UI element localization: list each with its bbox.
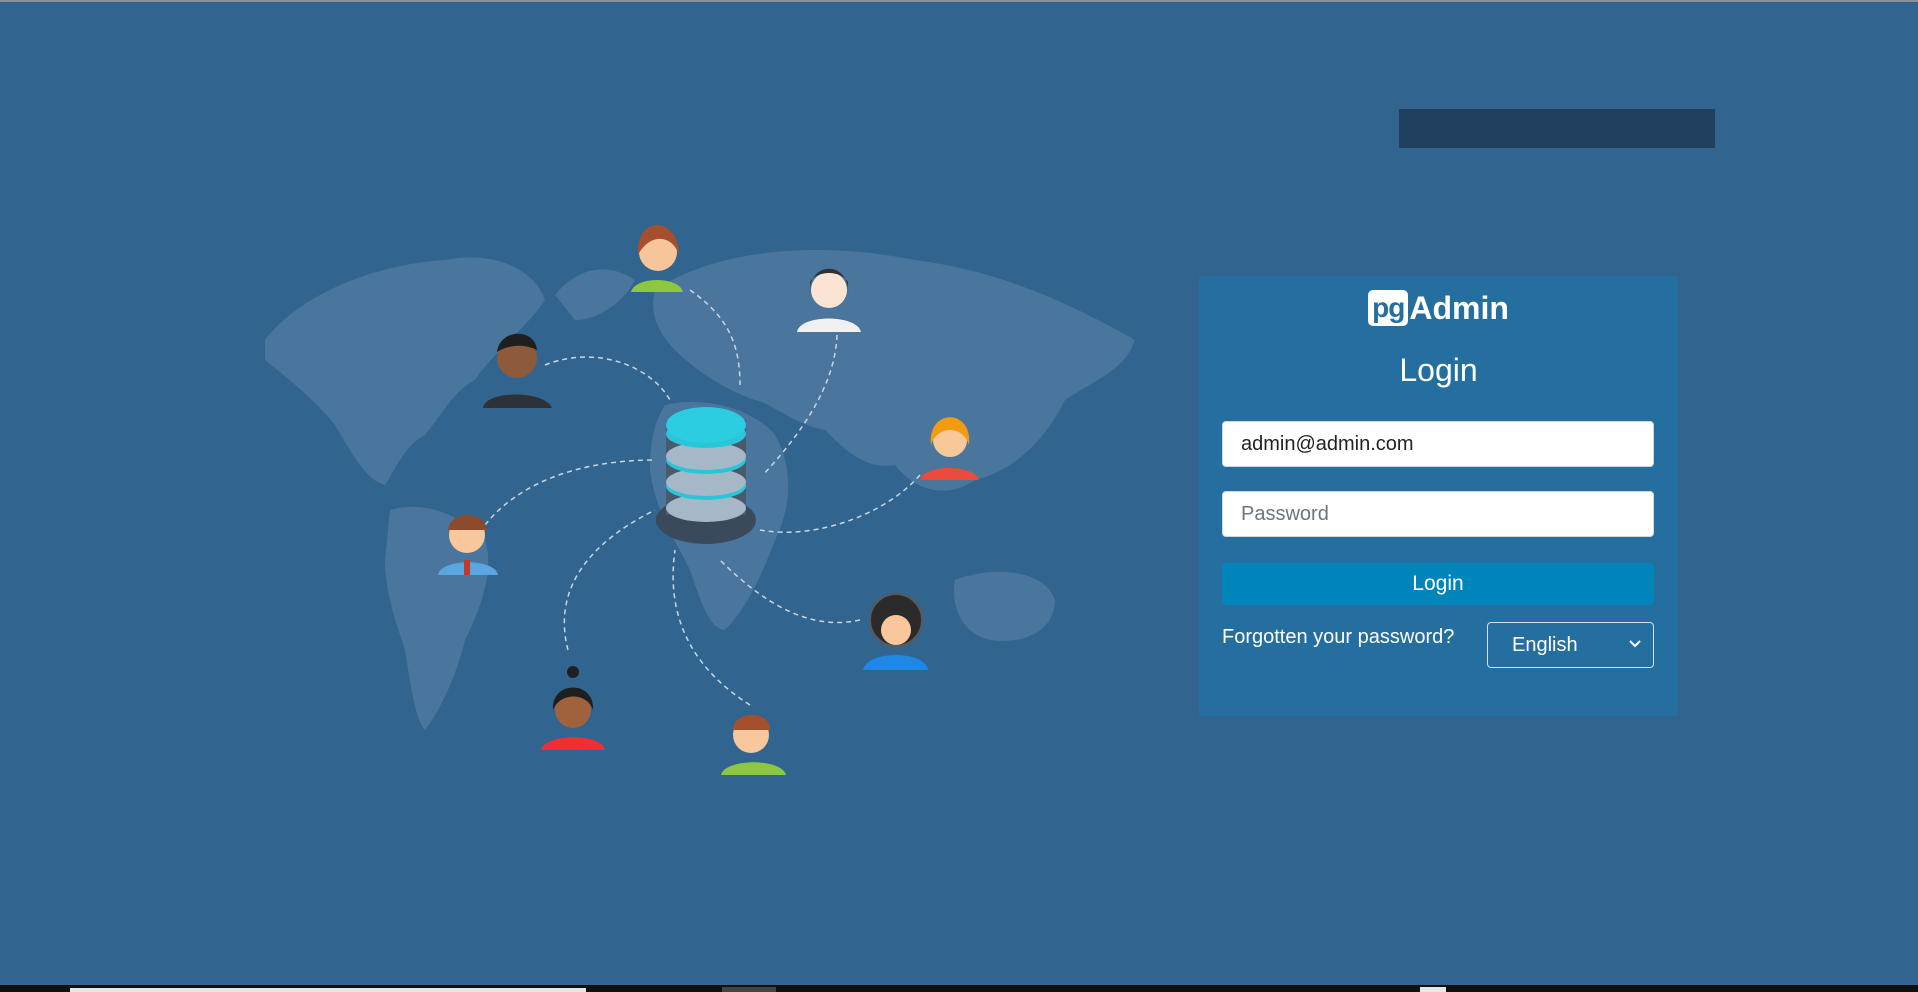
login-button[interactable]: Login: [1222, 563, 1654, 605]
email-field[interactable]: [1222, 421, 1654, 467]
login-panel: pg Admin Login Login Forgotten your pass…: [1199, 276, 1678, 716]
alert-bar: [1399, 109, 1715, 148]
language-select[interactable]: English: [1487, 622, 1654, 668]
taskbar-segment: [1420, 987, 1446, 992]
password-field[interactable]: [1222, 491, 1654, 537]
login-title: Login: [1399, 352, 1478, 388]
pgadmin-logo: pg Admin: [1199, 290, 1678, 326]
taskbar-segment: [70, 988, 586, 992]
logo-pg-mark: pg: [1368, 290, 1409, 326]
logo-admin-text: Admin: [1409, 290, 1509, 326]
user-avatar-icon: [863, 593, 928, 670]
chevron-down-icon: [1629, 640, 1641, 648]
language-select-value: English: [1512, 634, 1578, 656]
taskbar-segment: [722, 987, 776, 992]
network-illustration: [265, 225, 1135, 775]
top-border: [0, 0, 1918, 2]
user-avatar-icon: [541, 666, 605, 750]
database-icon: [656, 407, 756, 544]
user-avatar-icon: [721, 715, 786, 775]
forgot-password-link[interactable]: Forgotten your password?: [1222, 626, 1454, 649]
